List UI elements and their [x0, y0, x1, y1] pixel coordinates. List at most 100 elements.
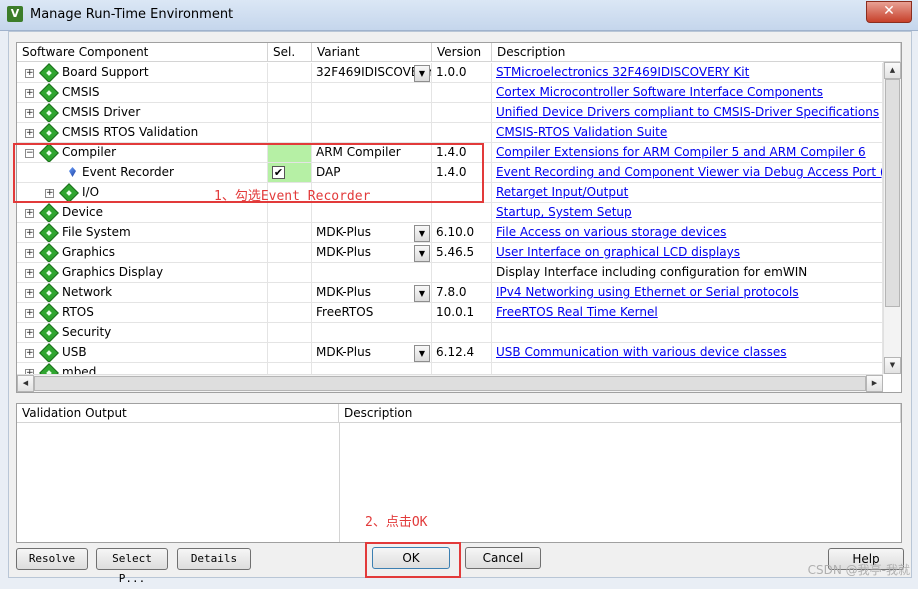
tree-row[interactable]: + Network MDK-Plus ▼ 7.8.0 IPv4 Networking us… [17, 283, 883, 303]
resolve-button[interactable]: Resolve [16, 548, 88, 570]
expand-icon[interactable]: + [25, 269, 34, 278]
variant-cell [312, 83, 432, 103]
description-link[interactable]: USB Communication with various device cl… [496, 345, 787, 359]
component-name: RTOS [62, 305, 94, 319]
description-link[interactable]: CMSIS-RTOS Validation Suite [496, 125, 667, 139]
variant-value: MDK-Plus [316, 345, 371, 359]
tree-row[interactable]: + CMSIS Cortex Microcontroller Software In… [17, 83, 883, 103]
description-link[interactable]: Compiler Extensions for ARM Compiler 5 a… [496, 145, 866, 159]
component-name: Security [62, 325, 112, 339]
description-cell: CMSIS-RTOS Validation Suite [492, 123, 883, 143]
description-link[interactable]: Event Recording and Component Viewer via… [496, 165, 882, 179]
variant-dropdown-icon[interactable]: ▼ [414, 225, 430, 242]
tree-vertical-scrollbar[interactable]: ▲ ▼ [883, 62, 901, 374]
hscroll-thumb[interactable] [34, 376, 866, 391]
header-software-component[interactable]: Software Component [17, 43, 268, 62]
sel-cell[interactable] [268, 323, 312, 343]
variant-dropdown-icon[interactable]: ▼ [414, 285, 430, 302]
tree-row[interactable]: + Graphics MDK-Plus ▼ 5.46.5 User Interface o… [17, 243, 883, 263]
description-cell: IPv4 Networking using Ethernet or Serial… [492, 283, 883, 303]
expand-icon[interactable]: + [25, 349, 34, 358]
version-cell: 10.0.1 [432, 303, 492, 323]
tree-row[interactable]: + CMSIS RTOS Validation CMSIS-RTOS Validat… [17, 123, 883, 143]
tree-row[interactable]: + RTOS FreeRTOS 10.0.1 FreeRTOS Real Time Ke… [17, 303, 883, 323]
description-text: Display Interface including configuratio… [496, 265, 808, 279]
header-validation-output[interactable]: Validation Output [17, 404, 339, 423]
component-cell: + Graphics Display [17, 263, 268, 283]
scroll-right-button[interactable]: ▶ [866, 375, 883, 392]
sel-cell[interactable] [268, 343, 312, 363]
expand-icon[interactable]: + [25, 309, 34, 318]
header-sel[interactable]: Sel. [268, 43, 312, 62]
tree-row[interactable]: + Device Startup, System Setup [17, 203, 883, 223]
header-validation-description[interactable]: Description [339, 404, 901, 423]
description-link[interactable]: File Access on various storage devices [496, 225, 726, 239]
version-cell: 6.12.4 [432, 343, 492, 363]
variant-cell[interactable]: MDK-Plus ▼ [312, 343, 432, 363]
description-link[interactable]: User Interface on graphical LCD displays [496, 245, 740, 259]
tree-row[interactable]: + File System MDK-Plus ▼ 6.10.0 File Access o… [17, 223, 883, 243]
description-link[interactable]: Cortex Microcontroller Software Interfac… [496, 85, 823, 99]
tree-row[interactable]: + Board Support 32F469IDISCOVERY ▼ 1.0.0 STMi… [17, 63, 883, 83]
ok-button[interactable]: OK [372, 547, 450, 569]
close-button[interactable]: ✕ [866, 1, 912, 23]
sel-cell[interactable] [268, 223, 312, 243]
component-diamond-icon [39, 283, 59, 302]
variant-cell[interactable]: 32F469IDISCOVERY ▼ [312, 63, 432, 83]
scroll-down-button[interactable]: ▼ [884, 357, 901, 374]
variant-dropdown-icon[interactable]: ▼ [414, 245, 430, 262]
sel-cell[interactable] [268, 283, 312, 303]
sel-cell[interactable] [268, 203, 312, 223]
scroll-up-button[interactable]: ▲ [884, 62, 901, 79]
description-link[interactable]: Startup, System Setup [496, 205, 632, 219]
version-cell [432, 203, 492, 223]
variant-dropdown-icon[interactable]: ▼ [414, 65, 430, 82]
expand-icon[interactable]: + [25, 229, 34, 238]
expand-icon[interactable]: + [25, 289, 34, 298]
description-cell: STMicroelectronics 32F469IDISCOVERY Kit [492, 63, 883, 83]
variant-dropdown-icon[interactable]: ▼ [414, 345, 430, 362]
description-link[interactable]: IPv4 Networking using Ethernet or Serial… [496, 285, 799, 299]
tree-row[interactable]: + Graphics Display Display Interface inclu… [17, 263, 883, 283]
header-version[interactable]: Version [432, 43, 492, 62]
cancel-button[interactable]: Cancel [465, 547, 541, 569]
expand-icon[interactable]: + [25, 329, 34, 338]
tree-row[interactable]: + CMSIS Driver Unified Device Drivers comp… [17, 103, 883, 123]
expand-icon[interactable]: + [25, 129, 34, 138]
variant-cell [312, 263, 432, 283]
description-link[interactable]: Retarget Input/Output [496, 185, 628, 199]
tree-row[interactable]: + Security [17, 323, 883, 343]
description-link[interactable]: STMicroelectronics 32F469IDISCOVERY Kit [496, 65, 749, 79]
header-description[interactable]: Description [492, 43, 901, 62]
select-packs-button[interactable]: Select P... [96, 548, 168, 585]
sel-cell[interactable] [268, 243, 312, 263]
expand-icon[interactable]: + [25, 89, 34, 98]
description-link[interactable]: Unified Device Drivers compliant to CMSI… [496, 105, 879, 119]
expand-icon[interactable]: + [25, 69, 34, 78]
expand-icon[interactable]: + [25, 109, 34, 118]
step2-annotation: 2、点击OK [365, 515, 428, 530]
sel-cell[interactable] [268, 83, 312, 103]
variant-cell[interactable]: MDK-Plus ▼ [312, 243, 432, 263]
sel-cell[interactable] [268, 63, 312, 83]
component-name: Graphics Display [62, 265, 164, 279]
description-link[interactable]: FreeRTOS Real Time Kernel [496, 305, 658, 319]
expand-icon[interactable]: + [25, 249, 34, 258]
description-cell: Compiler Extensions for ARM Compiler 5 a… [492, 143, 883, 163]
tree-horizontal-scrollbar[interactable]: ◀ ▶ [17, 374, 883, 392]
scroll-left-button[interactable]: ◀ [17, 375, 34, 392]
sel-cell[interactable] [268, 123, 312, 143]
sel-cell[interactable] [268, 303, 312, 323]
component-cell: + Graphics [17, 243, 268, 263]
component-name: Device [62, 205, 104, 219]
expand-icon[interactable]: + [25, 209, 34, 218]
tree-row[interactable]: + USB MDK-Plus ▼ 6.12.4 USB Communication wit… [17, 343, 883, 363]
scroll-thumb[interactable] [885, 79, 900, 307]
sel-cell[interactable] [268, 103, 312, 123]
sel-cell[interactable] [268, 263, 312, 283]
component-cell: + Network [17, 283, 268, 303]
variant-cell[interactable]: MDK-Plus ▼ [312, 223, 432, 243]
header-variant[interactable]: Variant [312, 43, 432, 62]
variant-cell[interactable]: MDK-Plus ▼ [312, 283, 432, 303]
details-button[interactable]: Details [177, 548, 251, 570]
